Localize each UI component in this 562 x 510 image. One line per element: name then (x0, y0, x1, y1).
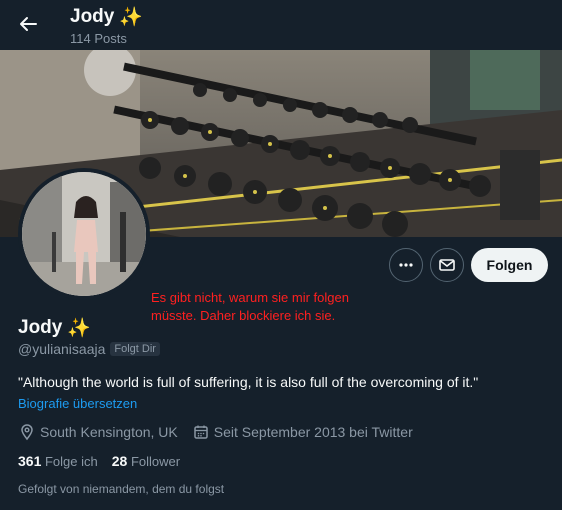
joined-text: Seit September 2013 bei Twitter (213, 424, 413, 440)
following-count: 361 (18, 453, 42, 469)
location-text: South Kensington, UK (40, 424, 178, 440)
follows-you-badge: Folgt Dir (110, 342, 160, 356)
avatar[interactable] (22, 172, 146, 296)
user-handle: @yulianisaaja (18, 341, 106, 357)
mail-icon (439, 259, 455, 271)
back-button[interactable] (14, 10, 42, 38)
followers-link[interactable]: 28 Follower (112, 453, 180, 469)
joined-item: Seit September 2013 bei Twitter (192, 423, 413, 441)
header-name: Jody (70, 6, 115, 27)
avatar-photo (22, 172, 146, 296)
display-name: Jody (18, 317, 63, 338)
location-icon (21, 424, 33, 441)
follow-button[interactable]: Folgen (471, 248, 548, 282)
header-title: Jody ✨ (70, 5, 143, 29)
following-label: Folge ich (44, 454, 98, 469)
followed-by-text: Gefolgt von niemandem, dem du folgst (18, 482, 225, 496)
follow-stats: 361 Folge ich 28 Follower (18, 453, 194, 469)
message-button[interactable] (430, 248, 464, 282)
handle-row: @yulianisaaja Folgt Dir (18, 341, 160, 357)
translate-bio-link[interactable]: Biografie übersetzen (18, 396, 137, 411)
posts-count: 114 Posts (70, 31, 127, 46)
followers-label: Follower (130, 454, 181, 469)
calendar-icon (194, 425, 208, 439)
back-arrow-icon (20, 17, 37, 31)
location-item: South Kensington, UK (18, 423, 178, 441)
more-icon (399, 263, 413, 267)
annotation-text: Es gibt nicht, warum sie mir folgen müss… (151, 290, 349, 323)
sparkle-emoji: ✨ (67, 318, 92, 339)
top-bar: Jody ✨ 114 Posts (0, 0, 562, 50)
following-link[interactable]: 361 Folge ich (18, 453, 98, 469)
more-button[interactable] (389, 248, 423, 282)
profile-bio: "Although the world is full of suffering… (18, 374, 479, 390)
profile-name: Jody ✨ (18, 316, 91, 340)
followers-count: 28 (111, 453, 128, 469)
profile-meta: South Kensington, UK Seit September 2013… (18, 423, 427, 441)
sparkle-emoji: ✨ (119, 7, 144, 28)
